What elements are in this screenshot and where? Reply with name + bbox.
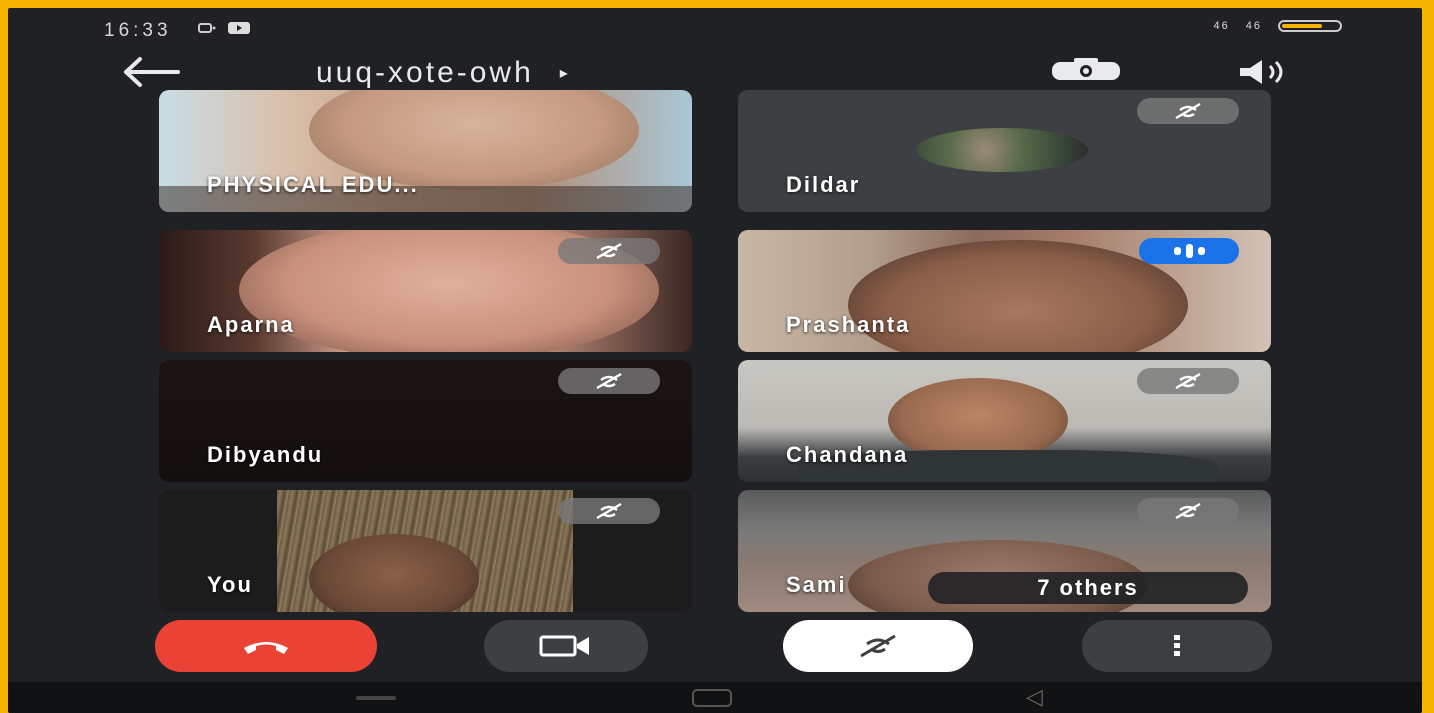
others-label: 7 others [1037,575,1139,600]
participant-name: PHYSICAL EDU... [207,172,419,197]
back-triangle-icon[interactable]: ◁ [1026,686,1043,708]
participant-name: Sami [786,572,847,597]
others-pill[interactable]: 7 others [928,572,1248,604]
mic-toggle-button[interactable] [783,620,973,672]
participant-tile[interactable]: PHYSICAL EDU... [159,90,692,212]
call-controls [8,620,1422,680]
mic-off-icon [1175,502,1201,520]
mic-off-badge [1137,368,1239,394]
participant-tile[interactable]: Dildar [738,90,1271,212]
mic-off-badge [558,368,660,394]
participant-tile[interactable]: Sami 7 others [738,490,1271,612]
more-vertical-icon [1174,635,1180,656]
participant-tile[interactable]: Aparna [159,230,692,352]
mic-off-icon [596,372,622,390]
speaker-icon[interactable] [1236,58,1300,91]
participant-name: Chandana [786,442,909,467]
menu-icon[interactable] [356,696,396,700]
participant-name: Aparna [207,312,295,337]
meeting-code: uuq-xote-owh [316,56,534,89]
participant-tile[interactable]: Chandana [738,360,1271,482]
meeting-title[interactable]: uuq-xote-owh ▸ [316,56,571,90]
mic-off-icon [596,242,622,260]
mic-off-badge [558,238,660,264]
mic-off-badge [1137,498,1239,524]
end-call-button[interactable] [155,620,377,672]
status-bar: 16:33 46 46 [8,8,1422,48]
participant-tile-self[interactable]: You [159,490,692,612]
youtube-icon [228,22,250,34]
end-call-icon [244,642,288,654]
participant-name: Dibyandu [207,442,324,467]
mic-off-icon [596,502,622,520]
network-type-label: 46 [1213,20,1230,32]
signal-label: 46 [1245,20,1262,32]
video-camera-icon [539,635,589,657]
speaking-indicator [1139,238,1239,264]
phone-screen: 16:33 46 46 uuq-xote-owh ▸ PHYSICAL EDU.… [8,8,1422,713]
mic-off-icon [1175,102,1201,120]
switch-camera-icon[interactable] [1046,56,1126,91]
camera-toggle-button[interactable] [484,620,648,672]
participant-name: You [207,572,253,597]
mic-off-icon [1175,372,1201,390]
caret-right-icon: ▸ [559,65,571,82]
avatar [916,128,1088,172]
more-options-button[interactable] [1082,620,1272,672]
participant-name: Dildar [786,172,861,197]
participant-tile[interactable]: Prashanta [738,230,1271,352]
mic-off-badge [1137,98,1239,124]
system-nav-bar: ◁ [8,682,1422,713]
participant-tile[interactable]: Dibyandu [159,360,692,482]
mic-off-badge [558,498,660,524]
battery-icon [1278,20,1342,32]
mic-off-icon [860,634,896,658]
participant-name: Prashanta [786,312,911,337]
status-time: 16:33 [104,20,172,41]
notification-icon [198,23,216,33]
home-icon[interactable] [692,689,732,707]
